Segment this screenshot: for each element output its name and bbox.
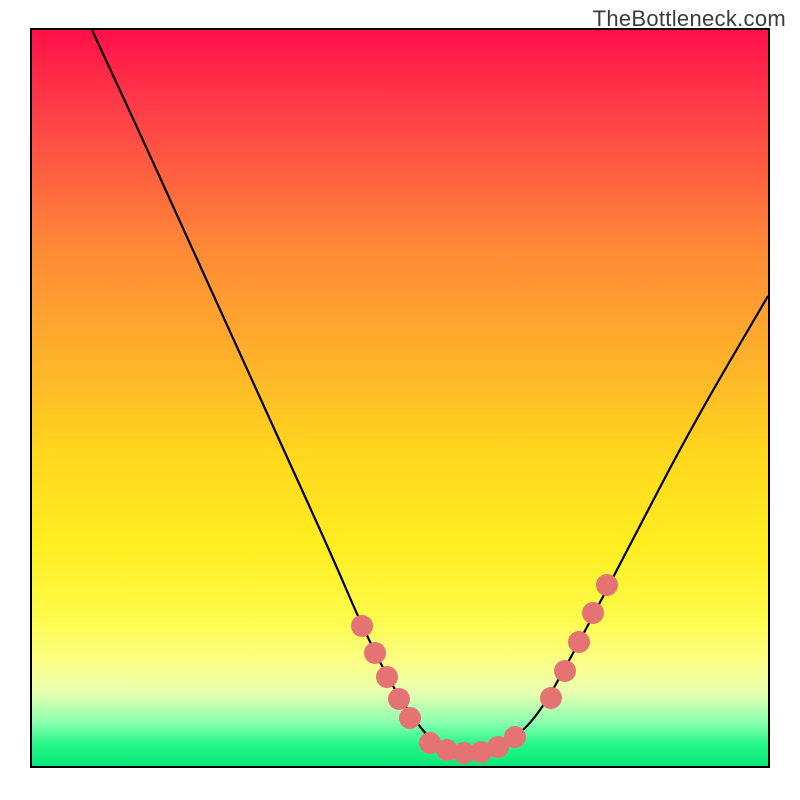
curve-marker bbox=[364, 642, 386, 664]
curve-marker bbox=[351, 615, 373, 637]
curve-marker bbox=[568, 631, 590, 653]
curve-marker bbox=[596, 574, 618, 596]
curve-marker bbox=[388, 688, 410, 710]
curve-marker bbox=[540, 687, 562, 709]
curve-marker bbox=[399, 707, 421, 729]
watermark-label: TheBottleneck.com bbox=[593, 6, 786, 32]
curve-marker bbox=[504, 726, 526, 748]
curve-line bbox=[92, 30, 768, 753]
curve-svg bbox=[32, 30, 768, 766]
marker-group bbox=[351, 574, 618, 764]
curve-marker bbox=[554, 660, 576, 682]
curve-marker bbox=[376, 666, 398, 688]
chart-container: TheBottleneck.com bbox=[0, 0, 800, 800]
curve-marker bbox=[582, 602, 604, 624]
plot-area bbox=[30, 28, 770, 768]
